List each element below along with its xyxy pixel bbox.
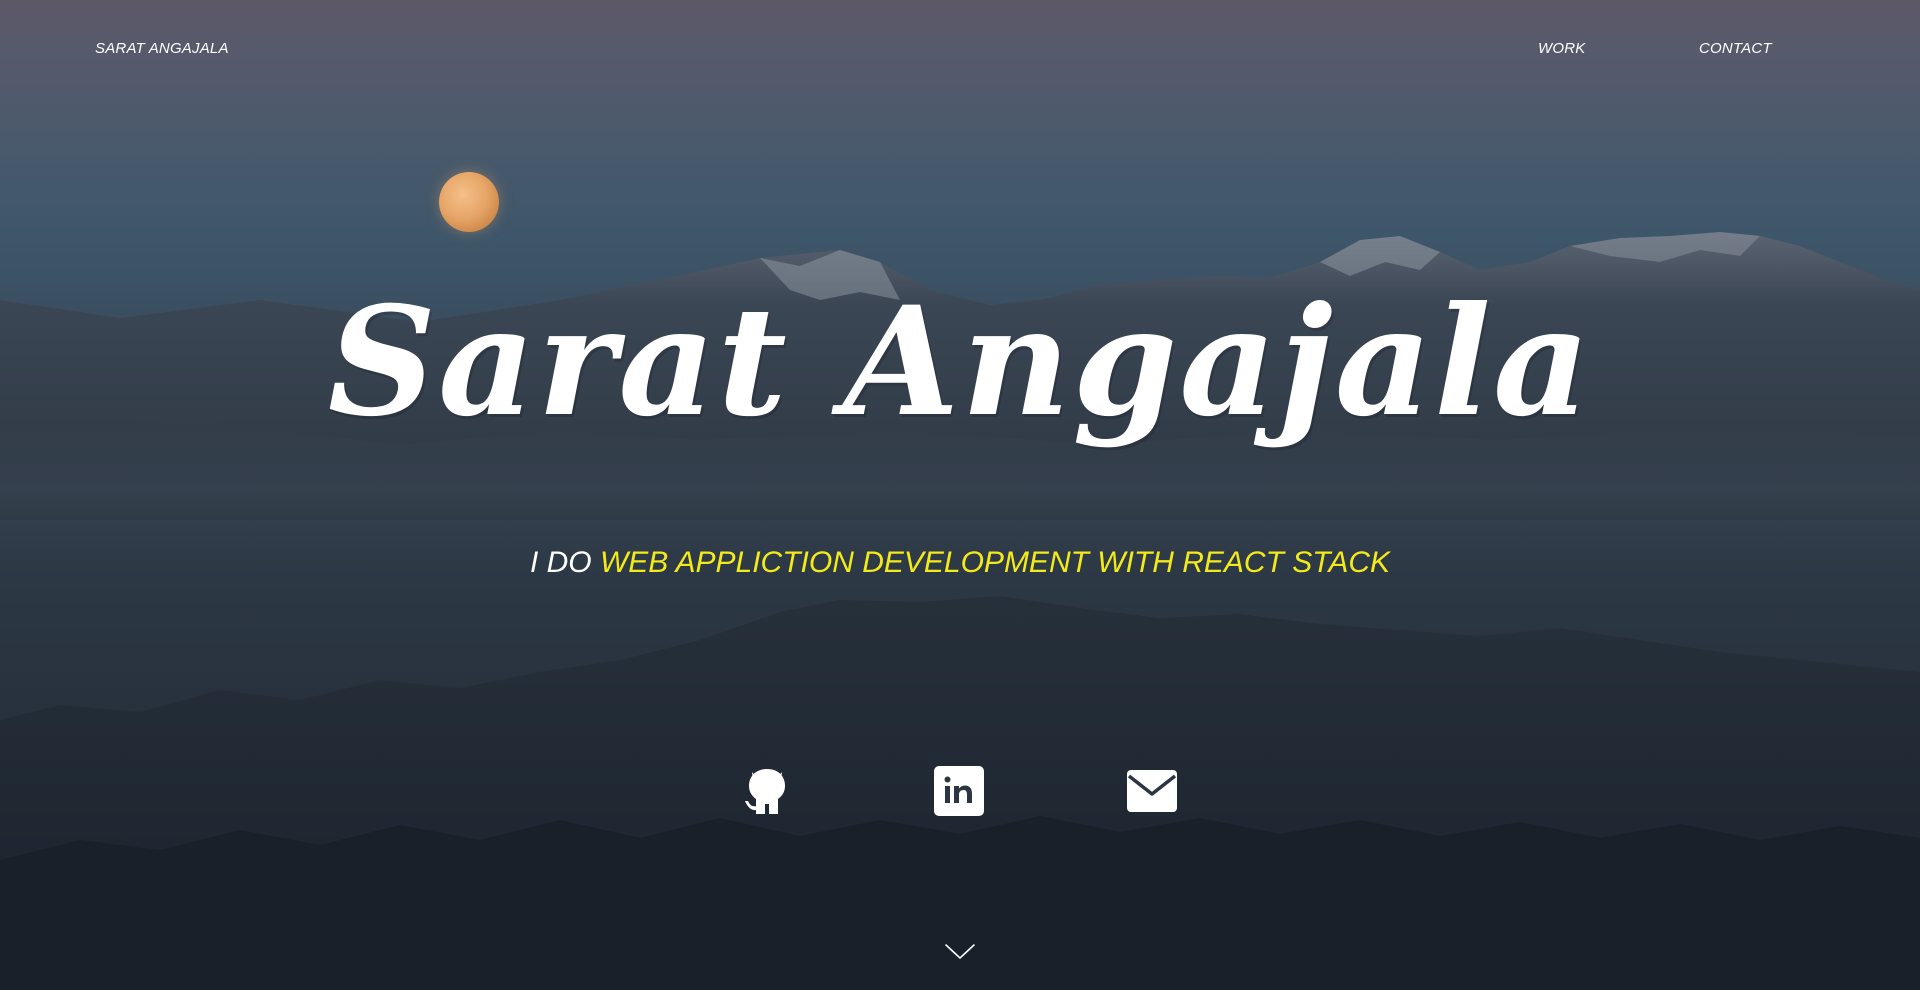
linkedin-link[interactable] xyxy=(930,762,988,820)
chevron-down-icon xyxy=(945,944,975,959)
hero-title: Sarat Angajala xyxy=(327,274,1593,450)
moon xyxy=(439,172,499,232)
mail-icon xyxy=(1127,770,1177,812)
github-link[interactable] xyxy=(738,762,796,820)
mountain-landscape-background xyxy=(0,232,1920,990)
hero-section: SARAT ANGAJALA WORK CONTACT Sarat Angaja… xyxy=(0,0,1920,990)
github-icon xyxy=(745,769,785,814)
tagline-prefix: I DO xyxy=(529,546,592,579)
brand-link[interactable]: SARAT ANGAJALA xyxy=(95,40,229,57)
mail-link[interactable] xyxy=(1123,762,1181,820)
nav-link-contact[interactable]: CONTACT xyxy=(1699,40,1772,57)
tagline-highlight: WEB APPLICTION DEVELOPMENT WITH REACT ST… xyxy=(599,546,1391,579)
nav-link-work[interactable]: WORK xyxy=(1538,40,1585,57)
linkedin-icon xyxy=(934,766,984,816)
tagline: I DO WEB APPLICTION DEVELOPMENT WITH REA… xyxy=(0,543,1920,583)
top-nav: SARAT ANGAJALA WORK CONTACT xyxy=(0,40,1920,62)
scroll-down-button[interactable] xyxy=(944,942,976,962)
